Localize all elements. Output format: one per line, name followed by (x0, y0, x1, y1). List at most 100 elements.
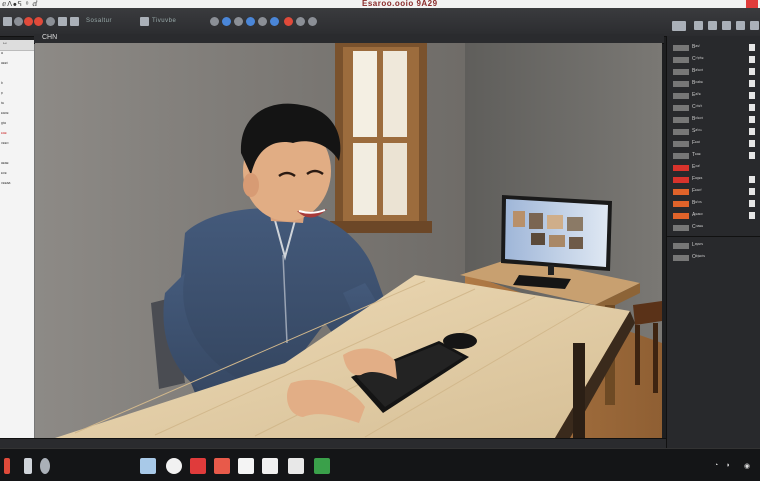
files-icon[interactable] (24, 458, 32, 474)
left-row[interactable] (0, 151, 34, 161)
layer-row[interactable]: Bᵉⁱᵒˢ (673, 200, 755, 208)
record-icon[interactable] (24, 17, 33, 26)
left-row[interactable]: ᵃᵉᵉᵗ (0, 61, 34, 71)
visibility-checkbox[interactable] (749, 44, 755, 51)
left-row[interactable]: ᵒᵉᵉᵃᵃ (0, 181, 34, 191)
visibility-checkbox[interactable] (749, 116, 755, 123)
layout-icon[interactable] (140, 17, 149, 26)
layer-label: Fᵃᵍᵉˢ (692, 176, 703, 182)
layer-row[interactable]: Sᵃⁱᵒⁿ (673, 128, 755, 136)
left-row[interactable]: ᵗᵉ (0, 101, 34, 111)
render-icon[interactable] (258, 17, 267, 26)
save-alt-icon[interactable] (694, 21, 703, 30)
layer-row[interactable]: Bᵒᵃᵇᵉ (673, 80, 755, 88)
title-bar: ⅇᐲ⦁ᕋ ᵒ ⅆ Esaroo.ooio 9A29 (0, 0, 760, 8)
left-row[interactable]: ᵃᵉᵃᵉ (0, 161, 34, 171)
layer-swatch (673, 45, 689, 51)
camera-icon[interactable] (270, 17, 279, 26)
left-panel-header[interactable]: ↔ (0, 40, 34, 51)
close-button[interactable] (746, 0, 758, 8)
layer-row[interactable]: Eᵒᵃⁱ (673, 164, 755, 172)
notification-icon[interactable]: ◉ (744, 462, 750, 470)
left-row[interactable]: ᵖ (0, 91, 34, 101)
layer-swatch (673, 93, 689, 99)
finder-app-icon[interactable] (140, 458, 156, 474)
layer-row[interactable]: Fᵃᵍᵉˢ (673, 176, 755, 184)
left-row[interactable]: ᵃ (0, 51, 34, 61)
share-icon[interactable] (246, 17, 255, 26)
photos-app-icon[interactable] (166, 458, 182, 474)
cut-icon[interactable] (708, 21, 717, 30)
menu-icon[interactable] (3, 17, 12, 26)
visibility-checkbox[interactable] (749, 212, 755, 219)
start-icon[interactable] (4, 458, 10, 474)
layer-label: Cʳⁱᵖⁱᵗᵉ (692, 56, 704, 62)
visibility-checkbox[interactable] (749, 80, 755, 87)
notes-app-icon[interactable] (288, 458, 304, 474)
layer-swatch (673, 105, 689, 111)
docs-app-icon[interactable] (214, 458, 230, 474)
save-icon[interactable] (58, 17, 67, 26)
speaker-icon[interactable]: ◗ (726, 462, 730, 469)
layer-row[interactable]: Tᵉᵃᵉ (673, 152, 755, 160)
left-row[interactable]: ᵉᵃᵉ (0, 131, 34, 141)
3d-viewport[interactable] (35, 43, 662, 438)
left-row[interactable]: ᵒᵉᵉᵒ (0, 141, 34, 151)
cloud-icon[interactable] (40, 458, 50, 474)
left-row[interactable] (0, 71, 34, 81)
back-icon[interactable] (14, 17, 23, 26)
grid-icon[interactable] (296, 17, 305, 26)
light-icon[interactable] (308, 17, 317, 26)
layer-row[interactable]: Eᵃˡⁱᵉ (673, 92, 755, 100)
settings-icon[interactable] (234, 17, 243, 26)
wifi-icon[interactable]: ◔ (714, 462, 718, 469)
video-app-icon[interactable] (190, 458, 206, 474)
blank-app-icon[interactable] (262, 458, 278, 474)
visibility-checkbox[interactable] (749, 140, 755, 147)
section-swatch (673, 243, 689, 249)
visibility-checkbox[interactable] (749, 68, 755, 75)
visibility-checkbox[interactable] (749, 92, 755, 99)
left-row[interactable]: ᵉᵃᵒᵉ (0, 111, 34, 121)
sheets-app-icon[interactable] (314, 458, 330, 474)
layer-row[interactable]: Bᵃˢⁱ (673, 44, 755, 52)
layer-label: Bᵒᵃᵇᵉ (692, 80, 703, 86)
globe-icon[interactable] (222, 17, 231, 26)
paste-icon[interactable] (736, 21, 745, 30)
layer-label: Cᵒᵃᵉᵉ (692, 224, 704, 230)
layer-row[interactable]: Cʳⁱᵖⁱᵗᵉ (673, 56, 755, 64)
undo-icon[interactable] (70, 17, 79, 26)
layer-label: Bᵃⁱᵉᵒᵗ (692, 68, 703, 74)
layer-row[interactable]: Fᵉᵃᵒⁱ (673, 188, 755, 196)
visibility-checkbox[interactable] (749, 176, 755, 183)
layer-row[interactable]: Bᵒˡᵉᵒᵗ (673, 116, 755, 124)
visibility-checkbox[interactable] (749, 152, 755, 159)
layer-row[interactable]: Aᵉᵃᵉᵒ (673, 212, 755, 220)
panel-section-row[interactable]: Lᵃʸᵉʳˢ (673, 242, 755, 250)
visibility-checkbox[interactable] (749, 56, 755, 63)
layer-swatch (673, 165, 689, 171)
visibility-checkbox[interactable] (749, 200, 755, 207)
stop-icon[interactable] (34, 17, 43, 26)
left-row[interactable]: ᵉᵒᵉ (0, 171, 34, 181)
layer-row[interactable]: Fᵉᵃᵗ (673, 140, 755, 148)
alert-icon[interactable] (284, 17, 293, 26)
blank-app-icon[interactable] (238, 458, 254, 474)
layer-row[interactable]: Cᵒⁱᵉⁱᵗ (673, 104, 755, 112)
left-row[interactable]: ᵇ (0, 81, 34, 91)
visibility-checkbox[interactable] (749, 188, 755, 195)
open-icon[interactable] (46, 17, 55, 26)
copy-icon[interactable] (722, 21, 731, 30)
left-row[interactable]: ᵍᵗᵃ (0, 121, 34, 131)
toolbar-text-1[interactable]: Sosaltur (86, 18, 112, 24)
panel-section-row[interactable]: Oᵇʲᵉᶜᵗˢ (673, 254, 755, 262)
layer-label: Tᵉᵃᵉ (692, 152, 701, 158)
layer-row[interactable]: Cᵒᵃᵉᵉ (673, 224, 755, 232)
layer-row[interactable]: Bᵃⁱᵉᵒᵗ (673, 68, 755, 76)
more-icon[interactable] (750, 21, 759, 30)
visibility-checkbox[interactable] (749, 104, 755, 111)
panel-icon[interactable] (672, 21, 686, 31)
toolbar-text-2[interactable]: Tivuvbe (152, 18, 176, 24)
zoom-icon[interactable] (210, 17, 219, 26)
visibility-checkbox[interactable] (749, 128, 755, 135)
